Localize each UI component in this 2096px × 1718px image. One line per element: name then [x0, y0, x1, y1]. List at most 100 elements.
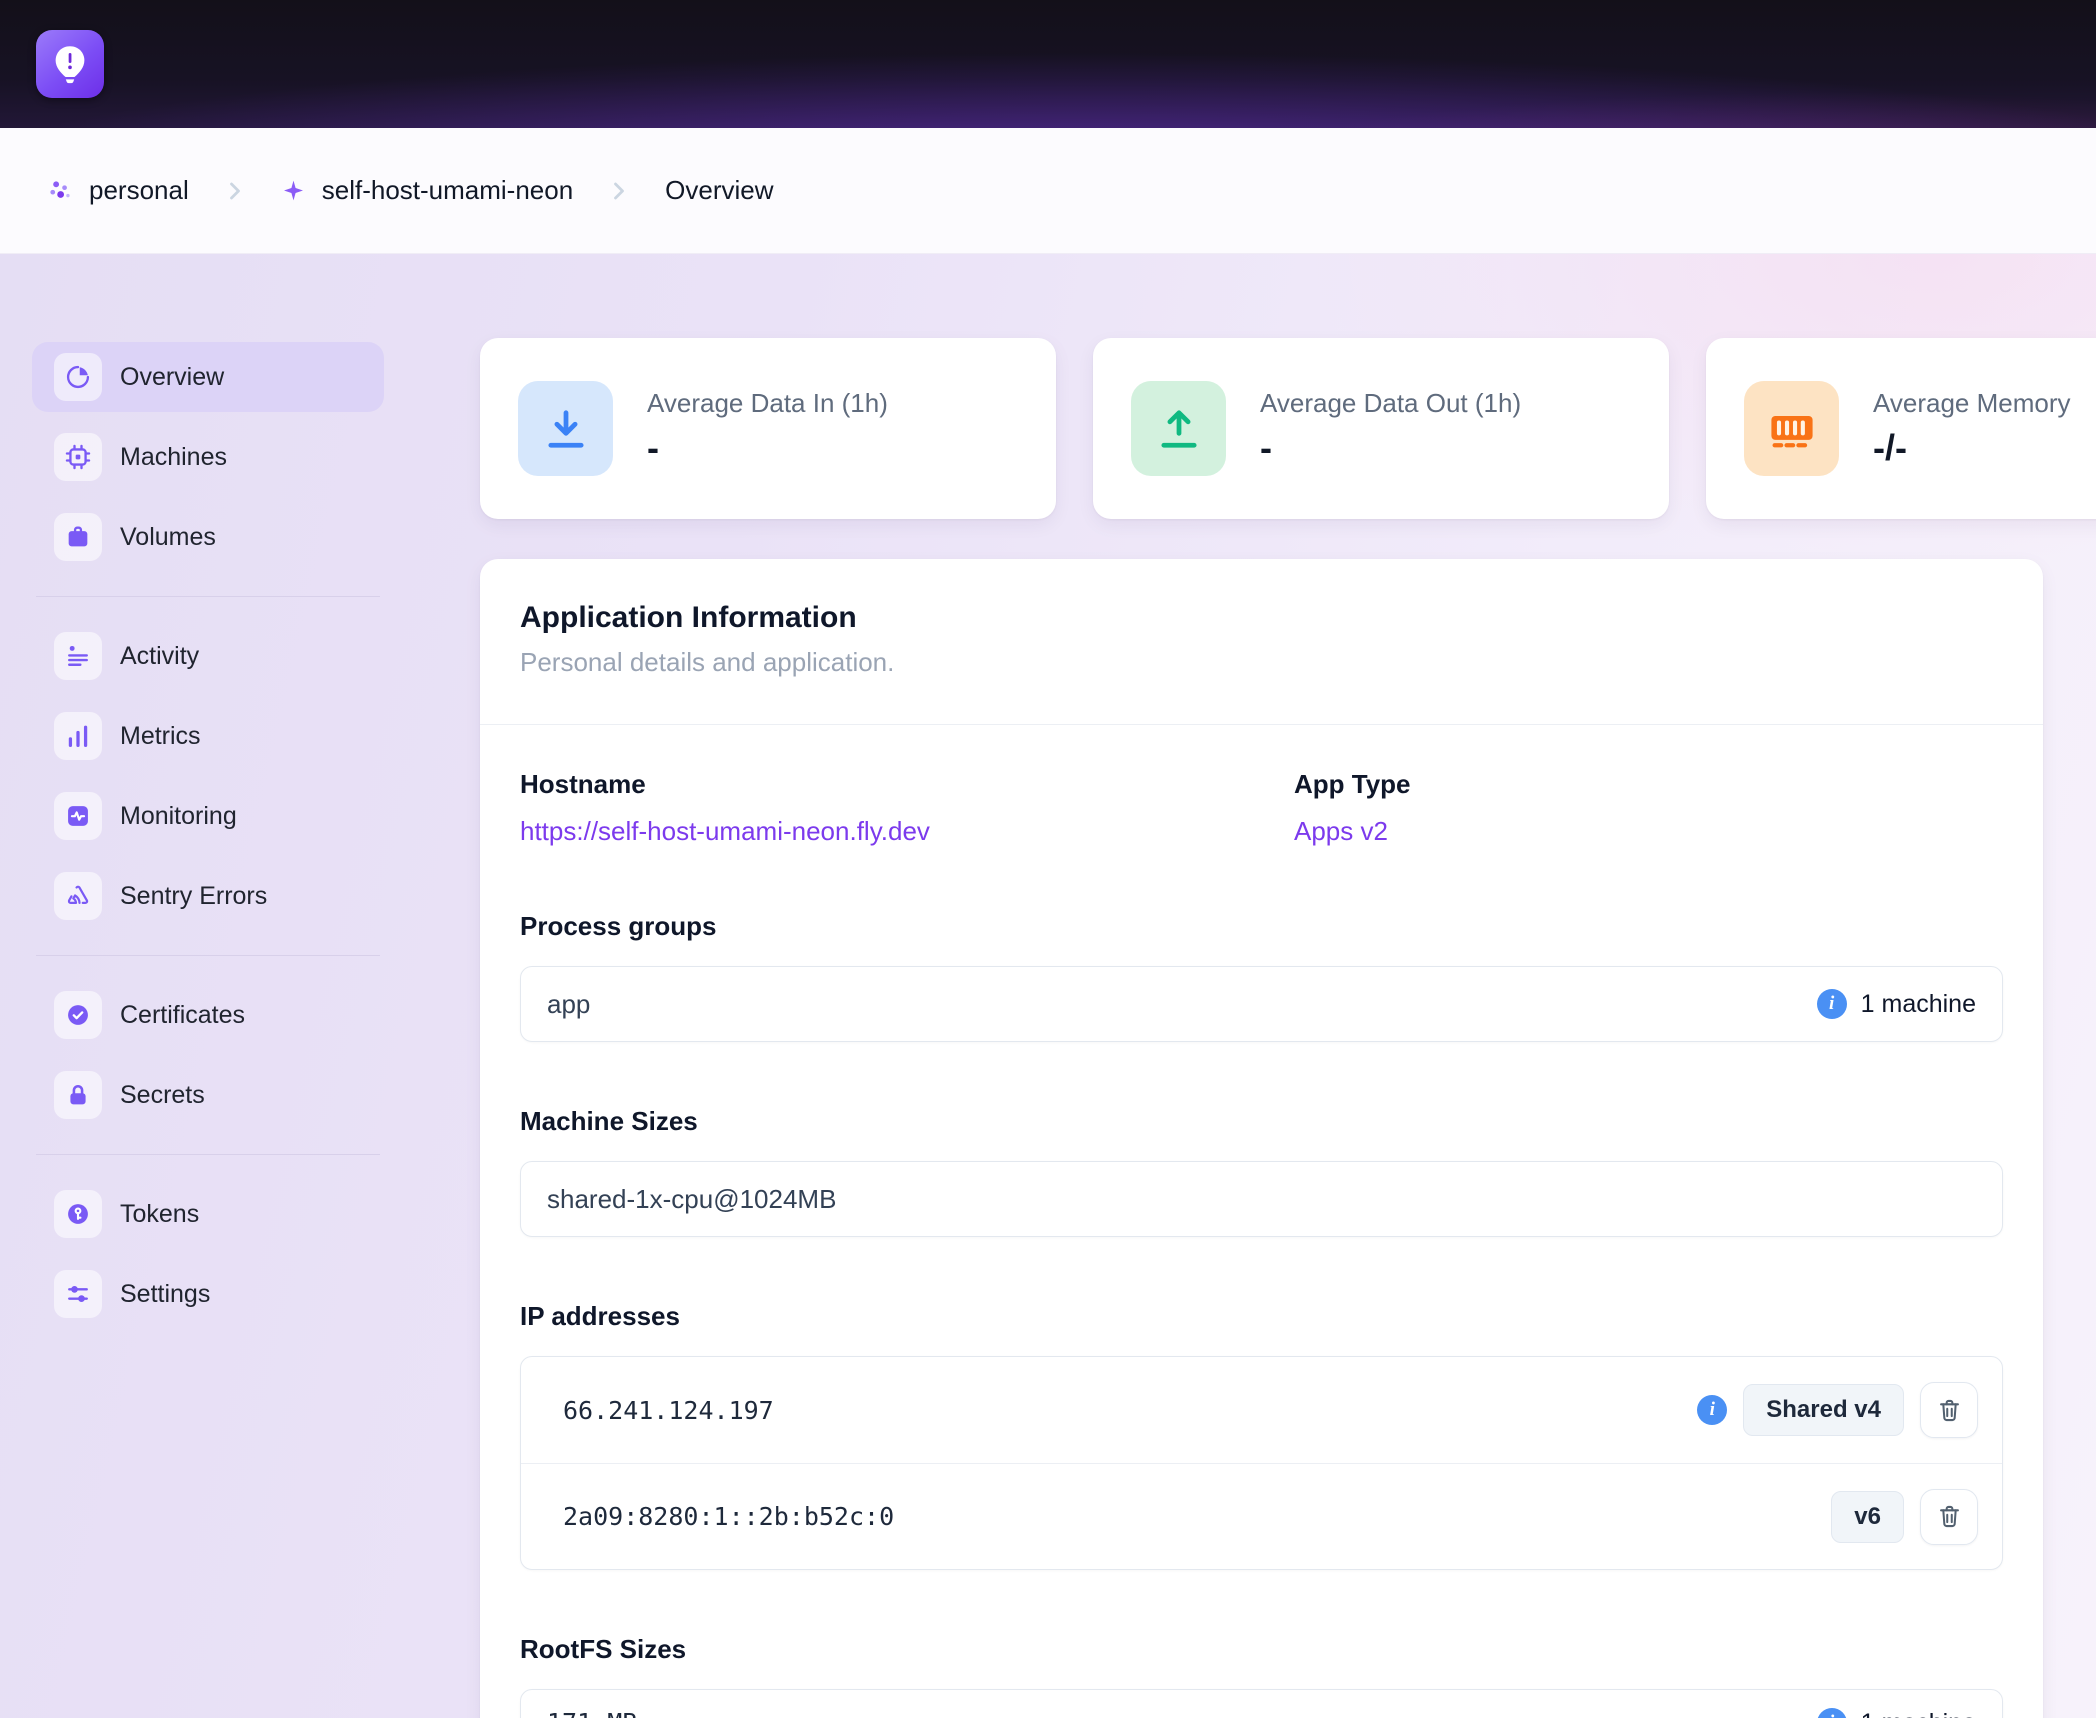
- toggles-icon: [54, 1270, 102, 1318]
- sidebar-divider: [36, 1154, 380, 1155]
- sidebar-item-tokens[interactable]: Tokens: [32, 1179, 384, 1249]
- org-name: personal: [89, 175, 189, 206]
- sidebar-item-label: Machines: [120, 443, 227, 472]
- sidebar-item-monitoring[interactable]: Monitoring: [32, 781, 384, 851]
- stat-value: -: [1260, 427, 1521, 469]
- breadcrumb-org[interactable]: personal: [46, 175, 189, 206]
- upload-icon: [1131, 381, 1226, 476]
- stat-value: -: [647, 427, 888, 469]
- badge-check-icon: [54, 991, 102, 1039]
- machine-count-chip: i 1 machine: [1817, 1708, 1976, 1718]
- machine-sizes-label: Machine Sizes: [520, 1106, 2003, 1137]
- balloon-icon: [47, 41, 93, 87]
- rootfs-sizes-label: RootFS Sizes: [520, 1634, 2003, 1665]
- sidebar-item-activity[interactable]: Activity: [32, 621, 384, 691]
- machine-size-value: shared-1x-cpu@1024MB: [547, 1184, 836, 1215]
- machine-size-row: shared-1x-cpu@1024MB: [520, 1161, 2003, 1237]
- breadcrumb-page: Overview: [665, 175, 773, 206]
- trash-icon: [1936, 1503, 1963, 1530]
- ip-row: 66.241.124.197 i Shared v4: [521, 1357, 2002, 1463]
- sidebar-divider: [36, 955, 380, 956]
- sidebar-item-label: Tokens: [120, 1200, 199, 1229]
- sidebar-item-machines[interactable]: Machines: [32, 422, 384, 492]
- app-type-link[interactable]: Apps v2: [1294, 816, 1388, 847]
- sidebar-item-label: Volumes: [120, 523, 216, 552]
- hostname-field: Hostname https://self-host-umami-neon.fl…: [520, 769, 1294, 847]
- process-groups-label: Process groups: [520, 911, 2003, 942]
- sidebar-item-label: Monitoring: [120, 802, 237, 831]
- pie-chart-icon: [54, 353, 102, 401]
- app-name: self-host-umami-neon: [322, 175, 573, 206]
- memory-icon: [1744, 381, 1839, 476]
- ip-addresses-label: IP addresses: [520, 1301, 2003, 1332]
- stat-label: Average Data Out (1h): [1260, 388, 1521, 419]
- ip-badge: v6: [1831, 1491, 1904, 1543]
- activity-icon: [54, 632, 102, 680]
- sidebar-item-label: Secrets: [120, 1081, 205, 1110]
- ip-row: 2a09:8280:1::2b:b52c:0 v6: [521, 1463, 2002, 1569]
- pulse-icon: [54, 792, 102, 840]
- info-icon[interactable]: i: [1817, 1708, 1847, 1718]
- sidebar-item-volumes[interactable]: Volumes: [32, 502, 384, 572]
- rootfs-size-value: 171 MB: [547, 1708, 637, 1718]
- breadcrumb-app[interactable]: self-host-umami-neon: [281, 175, 573, 206]
- app-type-field: App Type Apps v2: [1294, 769, 2003, 847]
- ip-address: 66.241.124.197: [563, 1396, 774, 1425]
- sidebar-item-label: Activity: [120, 642, 199, 671]
- card-subtitle: Personal details and application.: [520, 647, 2003, 678]
- cpu-icon: [54, 433, 102, 481]
- machine-count-chip: i 1 machine: [1817, 989, 1976, 1019]
- machine-count: 1 machine: [1861, 1709, 1976, 1718]
- sidebar-item-sentry-errors[interactable]: Sentry Errors: [32, 861, 384, 931]
- process-group-row: app i 1 machine: [520, 966, 2003, 1042]
- stat-card-memory: Average Memory -/-: [1706, 338, 2096, 519]
- delete-ip-button[interactable]: [1920, 1382, 1978, 1438]
- hostname-link[interactable]: https://self-host-umami-neon.fly.dev: [520, 816, 930, 847]
- top-navbar: [0, 0, 2096, 128]
- trash-icon: [1936, 1397, 1963, 1424]
- bar-chart-icon: [54, 712, 102, 760]
- sidebar-item-label: Settings: [120, 1280, 210, 1309]
- process-group-name: app: [547, 989, 590, 1020]
- breadcrumb-chevron-icon: [221, 177, 249, 205]
- machine-count: 1 machine: [1861, 990, 1976, 1019]
- ip-badge: Shared v4: [1743, 1384, 1904, 1436]
- lock-icon: [54, 1071, 102, 1119]
- ip-addresses-box: 66.241.124.197 i Shared v4 2a09:8280:1::…: [520, 1356, 2003, 1570]
- app-type-label: App Type: [1294, 769, 2003, 800]
- sidebar-item-overview[interactable]: Overview: [32, 342, 384, 412]
- sidebar-item-metrics[interactable]: Metrics: [32, 701, 384, 771]
- breadcrumb: personal self-host-umami-neon Overview: [0, 128, 2096, 254]
- delete-ip-button[interactable]: [1920, 1489, 1978, 1545]
- download-icon: [518, 381, 613, 476]
- stat-label: Average Memory: [1873, 388, 2071, 419]
- application-information-card: Application Information Personal details…: [480, 559, 2043, 1718]
- sidebar-item-label: Certificates: [120, 1001, 245, 1030]
- rootfs-row: 171 MB i 1 machine: [520, 1689, 2003, 1718]
- sidebar: Overview Machines Volumes Activity: [32, 342, 384, 1339]
- sidebar-divider: [36, 596, 380, 597]
- key-icon: [54, 1190, 102, 1238]
- main-area: Overview Machines Volumes Activity: [0, 254, 2096, 1718]
- ip-row-actions: i Shared v4: [1697, 1382, 1978, 1438]
- breadcrumb-chevron-icon: [605, 177, 633, 205]
- fly-logo[interactable]: [36, 30, 104, 98]
- sidebar-item-settings[interactable]: Settings: [32, 1259, 384, 1329]
- ip-address: 2a09:8280:1::2b:b52c:0: [563, 1502, 894, 1531]
- sidebar-item-secrets[interactable]: Secrets: [32, 1060, 384, 1130]
- info-icon[interactable]: i: [1697, 1395, 1727, 1425]
- info-icon[interactable]: i: [1817, 989, 1847, 1019]
- sidebar-item-label: Overview: [120, 363, 224, 392]
- briefcase-icon: [54, 513, 102, 561]
- sidebar-item-label: Metrics: [120, 722, 201, 751]
- sentry-icon: [54, 872, 102, 920]
- card-head: Application Information Personal details…: [480, 559, 2043, 724]
- sparkle-icon: [281, 178, 306, 203]
- page-name: Overview: [665, 175, 773, 206]
- hostname-label: Hostname: [520, 769, 1294, 800]
- stat-card-data-out: Average Data Out (1h) -: [1093, 338, 1669, 519]
- sidebar-item-certificates[interactable]: Certificates: [32, 980, 384, 1050]
- stat-label: Average Data In (1h): [647, 388, 888, 419]
- card-title: Application Information: [520, 601, 2003, 635]
- stats-row: Average Data In (1h) - Average Data Out …: [480, 338, 2096, 519]
